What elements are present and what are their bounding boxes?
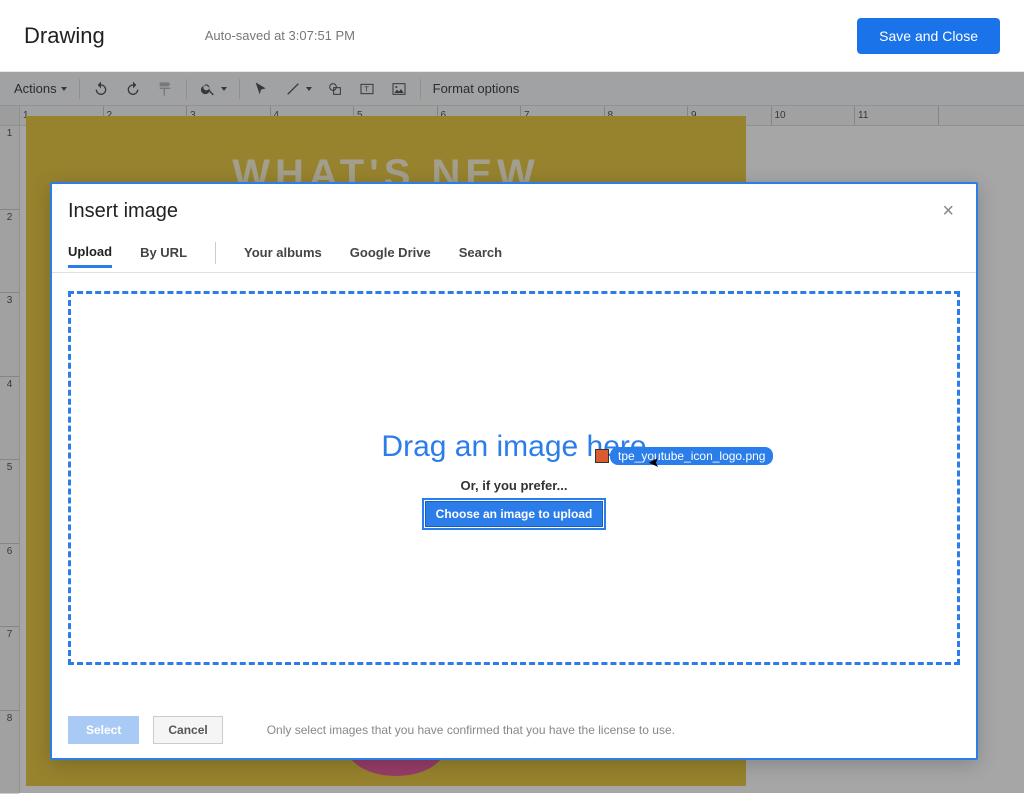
license-note: Only select images that you have confirm… — [267, 723, 675, 737]
drawing-header: Drawing Auto-saved at 3:07:51 PM Save an… — [0, 0, 1024, 72]
select-button[interactable]: Select — [68, 716, 139, 744]
drawing-title: Drawing — [24, 23, 105, 49]
modal-footer: Select Cancel Only select images that yo… — [52, 704, 976, 758]
choose-image-button[interactable]: Choose an image to upload — [425, 501, 604, 527]
tab-upload[interactable]: Upload — [68, 238, 112, 268]
insert-image-modal: Insert image × Upload By URL Your albums… — [50, 182, 978, 760]
tab-your-albums[interactable]: Your albums — [244, 239, 322, 266]
upload-dropzone[interactable]: Drag an image here Or, if you prefer... … — [68, 291, 960, 665]
modal-tabs: Upload By URL Your albums Google Drive S… — [52, 233, 976, 273]
close-button[interactable]: × — [936, 198, 960, 225]
or-prompt: Or, if you prefer... — [461, 478, 568, 493]
drag-prompt: Drag an image here — [381, 430, 646, 464]
tab-divider — [215, 242, 216, 264]
cursor-icon: ➤ — [648, 454, 660, 471]
modal-body: Drag an image here Or, if you prefer... … — [52, 273, 976, 704]
tab-search[interactable]: Search — [459, 239, 502, 266]
modal-header: Insert image × — [52, 184, 976, 233]
modal-title: Insert image — [68, 200, 178, 223]
save-and-close-button[interactable]: Save and Close — [857, 18, 1000, 54]
tab-by-url[interactable]: By URL — [140, 239, 187, 266]
tab-google-drive[interactable]: Google Drive — [350, 239, 431, 266]
autosave-status: Auto-saved at 3:07:51 PM — [205, 28, 355, 43]
cancel-button[interactable]: Cancel — [153, 716, 222, 744]
close-icon: × — [942, 200, 954, 222]
